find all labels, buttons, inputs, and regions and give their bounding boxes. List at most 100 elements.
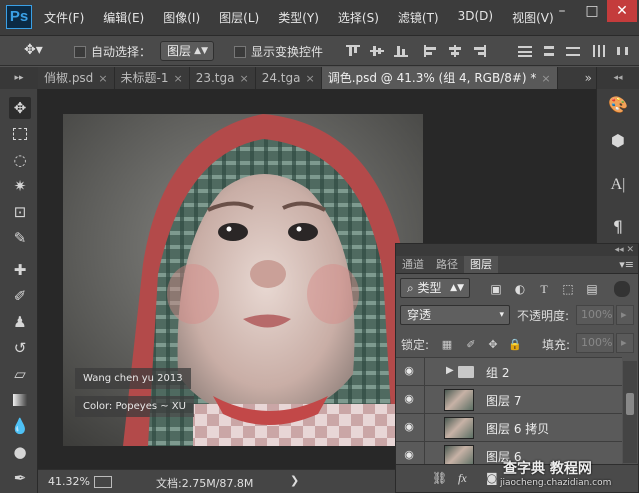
crop-tool-icon[interactable]: ⊡ bbox=[9, 201, 31, 223]
menu-select[interactable]: 选择(S) bbox=[338, 9, 379, 26]
blend-mode-dropdown[interactable]: 穿透 ▾ bbox=[400, 305, 510, 325]
history-brush-tool-icon[interactable]: ↺ bbox=[9, 337, 31, 359]
menu-filter[interactable]: 滤镜(T) bbox=[398, 9, 439, 26]
lasso-tool-icon[interactable]: ◌ bbox=[9, 149, 31, 171]
paragraph-panel-icon[interactable]: ¶ bbox=[606, 215, 630, 239]
tab-doc-1[interactable]: 俏椒.psd × bbox=[38, 67, 115, 89]
character-panel-icon[interactable]: A| bbox=[606, 173, 630, 197]
tab-doc-3[interactable]: 23.tga × bbox=[190, 67, 256, 89]
menu-image[interactable]: 图像(I) bbox=[163, 9, 200, 26]
visibility-eye-icon[interactable]: ◉ bbox=[402, 365, 416, 377]
distribute-top-icon[interactable] bbox=[518, 45, 532, 57]
fill-arrow-icon[interactable]: ▸ bbox=[616, 333, 634, 353]
tab-close-icon[interactable]: × bbox=[174, 72, 183, 85]
filter-type-icon[interactable]: T bbox=[536, 281, 552, 297]
expand-arrow-icon[interactable]: ▶ bbox=[446, 365, 454, 376]
tab-close-icon[interactable]: × bbox=[98, 72, 107, 85]
show-transform-option[interactable]: 显示变换控件 bbox=[234, 43, 323, 60]
tab-close-icon[interactable]: × bbox=[239, 72, 248, 85]
magic-wand-tool-icon[interactable]: ✷ bbox=[9, 175, 31, 197]
dodge-tool-icon[interactable]: ● bbox=[9, 441, 31, 463]
scrollbar-thumb[interactable] bbox=[626, 393, 634, 415]
auto-select-option[interactable]: 自动选择： bbox=[74, 43, 151, 60]
minimize-button[interactable]: – bbox=[547, 0, 577, 22]
layer-row[interactable]: ◉ 图层 6 拷贝 bbox=[396, 413, 622, 442]
align-bottom-icon[interactable] bbox=[394, 45, 408, 57]
add-mask-icon[interactable]: ◙ bbox=[486, 471, 498, 485]
eraser-tool-icon[interactable]: ▱ bbox=[9, 363, 31, 385]
menu-layer[interactable]: 图层(L) bbox=[219, 9, 259, 26]
tabs-overflow-icon[interactable]: » bbox=[585, 67, 592, 89]
distribute-left-icon[interactable] bbox=[592, 45, 606, 57]
gradient-tool-icon[interactable] bbox=[9, 389, 31, 411]
auto-select-checkbox[interactable] bbox=[74, 46, 86, 58]
distribute-bottom-icon[interactable] bbox=[566, 45, 580, 57]
tab-close-icon[interactable]: × bbox=[305, 72, 314, 85]
main-menu: 文件(F) 编辑(E) 图像(I) 图层(L) 类型(Y) 选择(S) 滤镜(T… bbox=[44, 9, 573, 26]
opacity-field[interactable]: 100% bbox=[576, 305, 614, 325]
tab-close-icon[interactable]: × bbox=[541, 72, 550, 85]
lock-position-icon[interactable]: ✥ bbox=[486, 338, 500, 352]
filter-adjustment-icon[interactable]: ◐ bbox=[512, 281, 528, 297]
color-panel-icon[interactable]: 🎨 bbox=[606, 93, 630, 117]
3d-panel-icon[interactable]: ⬢ bbox=[606, 129, 630, 153]
align-left-icon[interactable] bbox=[424, 45, 438, 57]
filter-pixel-icon[interactable]: ▣ bbox=[488, 281, 504, 297]
align-hcenter-icon[interactable] bbox=[448, 45, 462, 57]
show-transform-checkbox[interactable] bbox=[234, 46, 246, 58]
dock-collapse[interactable]: ◂◂ bbox=[597, 67, 639, 89]
panel-menu-icon[interactable]: ▾≡ bbox=[619, 256, 634, 274]
healing-brush-tool-icon[interactable]: ✚ bbox=[9, 259, 31, 281]
tab-doc-active[interactable]: 调色.psd @ 41.3% (组 4, RGB/8#) * × bbox=[321, 67, 558, 89]
filter-smartobject-icon[interactable]: ▤ bbox=[584, 281, 600, 297]
align-right-icon[interactable] bbox=[472, 45, 486, 57]
toolbar-collapse[interactable]: ▸▸ bbox=[0, 67, 38, 89]
layers-scrollbar[interactable] bbox=[623, 361, 637, 463]
menu-file[interactable]: 文件(F) bbox=[44, 9, 84, 26]
move-tool-icon[interactable]: ✥ bbox=[9, 97, 31, 119]
lock-transparent-icon[interactable]: ▦ bbox=[440, 338, 454, 352]
maximize-button[interactable]: □ bbox=[577, 0, 607, 22]
fill-field[interactable]: 100% bbox=[576, 333, 614, 353]
layer-row-group[interactable]: ◉ ▶ 组 2 bbox=[396, 357, 622, 386]
brush-tool-icon[interactable]: ✐ bbox=[9, 285, 31, 307]
status-menu-arrow-icon[interactable]: ❯ bbox=[290, 474, 299, 487]
clone-stamp-tool-icon[interactable]: ♟ bbox=[9, 311, 31, 333]
visibility-eye-icon[interactable]: ◉ bbox=[402, 421, 416, 433]
align-top-icon[interactable] bbox=[346, 45, 360, 57]
auto-select-dropdown[interactable]: 图层 ▲▼ bbox=[160, 41, 214, 61]
visibility-eye-icon[interactable]: ◉ bbox=[402, 449, 416, 461]
tab-paths[interactable]: 路径 bbox=[430, 256, 464, 273]
lock-all-icon[interactable]: 🔒 bbox=[508, 338, 522, 352]
fx-icon[interactable]: fx bbox=[458, 471, 467, 486]
document-image[interactable]: Wang chen yu 2013 Color: Popeyes ~ XU bbox=[63, 114, 423, 446]
eyedropper-tool-icon[interactable]: ✎ bbox=[9, 227, 31, 249]
layer-row[interactable]: ◉ 图层 7 bbox=[396, 385, 622, 414]
tab-doc-4[interactable]: 24.tga × bbox=[256, 67, 322, 89]
filter-shape-icon[interactable]: ⬚ bbox=[560, 281, 576, 297]
menu-type[interactable]: 类型(Y) bbox=[278, 9, 319, 26]
lock-pixels-icon[interactable]: ✐ bbox=[464, 338, 478, 352]
align-vcenter-icon[interactable] bbox=[370, 45, 384, 57]
layers-panel-titlebar[interactable]: ◂◂ ✕ bbox=[396, 244, 638, 256]
tab-layers[interactable]: 图层 bbox=[464, 256, 498, 273]
tab-doc-2[interactable]: 未标题-1 × bbox=[115, 67, 190, 89]
menu-3d[interactable]: 3D(D) bbox=[458, 9, 493, 26]
menu-edit[interactable]: 编辑(E) bbox=[103, 9, 144, 26]
marquee-tool-icon[interactable] bbox=[9, 123, 31, 145]
filter-toggle-icon[interactable] bbox=[614, 281, 630, 297]
layer-filter-dropdown[interactable]: ⌕ 类型 ▲▼ bbox=[400, 278, 470, 298]
tab-channels[interactable]: 通道 bbox=[396, 256, 430, 273]
opacity-arrow-icon[interactable]: ▸ bbox=[616, 305, 634, 325]
blur-tool-icon[interactable]: 💧 bbox=[9, 415, 31, 437]
tab-label: 调色.psd @ 41.3% (组 4, RGB/8#) * bbox=[327, 71, 537, 85]
distribute-hcenter-icon[interactable] bbox=[616, 45, 630, 57]
zoom-level[interactable]: 41.32% bbox=[48, 475, 90, 488]
link-layers-icon[interactable]: ⛓ bbox=[432, 471, 447, 485]
visibility-eye-icon[interactable]: ◉ bbox=[402, 393, 416, 405]
close-button[interactable]: ✕ bbox=[607, 0, 637, 22]
pen-tool-icon[interactable]: ✒ bbox=[9, 467, 31, 489]
move-tool-preset-icon[interactable]: ✥▾ bbox=[24, 42, 43, 58]
navigator-icon[interactable] bbox=[94, 476, 112, 488]
distribute-vcenter-icon[interactable] bbox=[542, 45, 556, 57]
